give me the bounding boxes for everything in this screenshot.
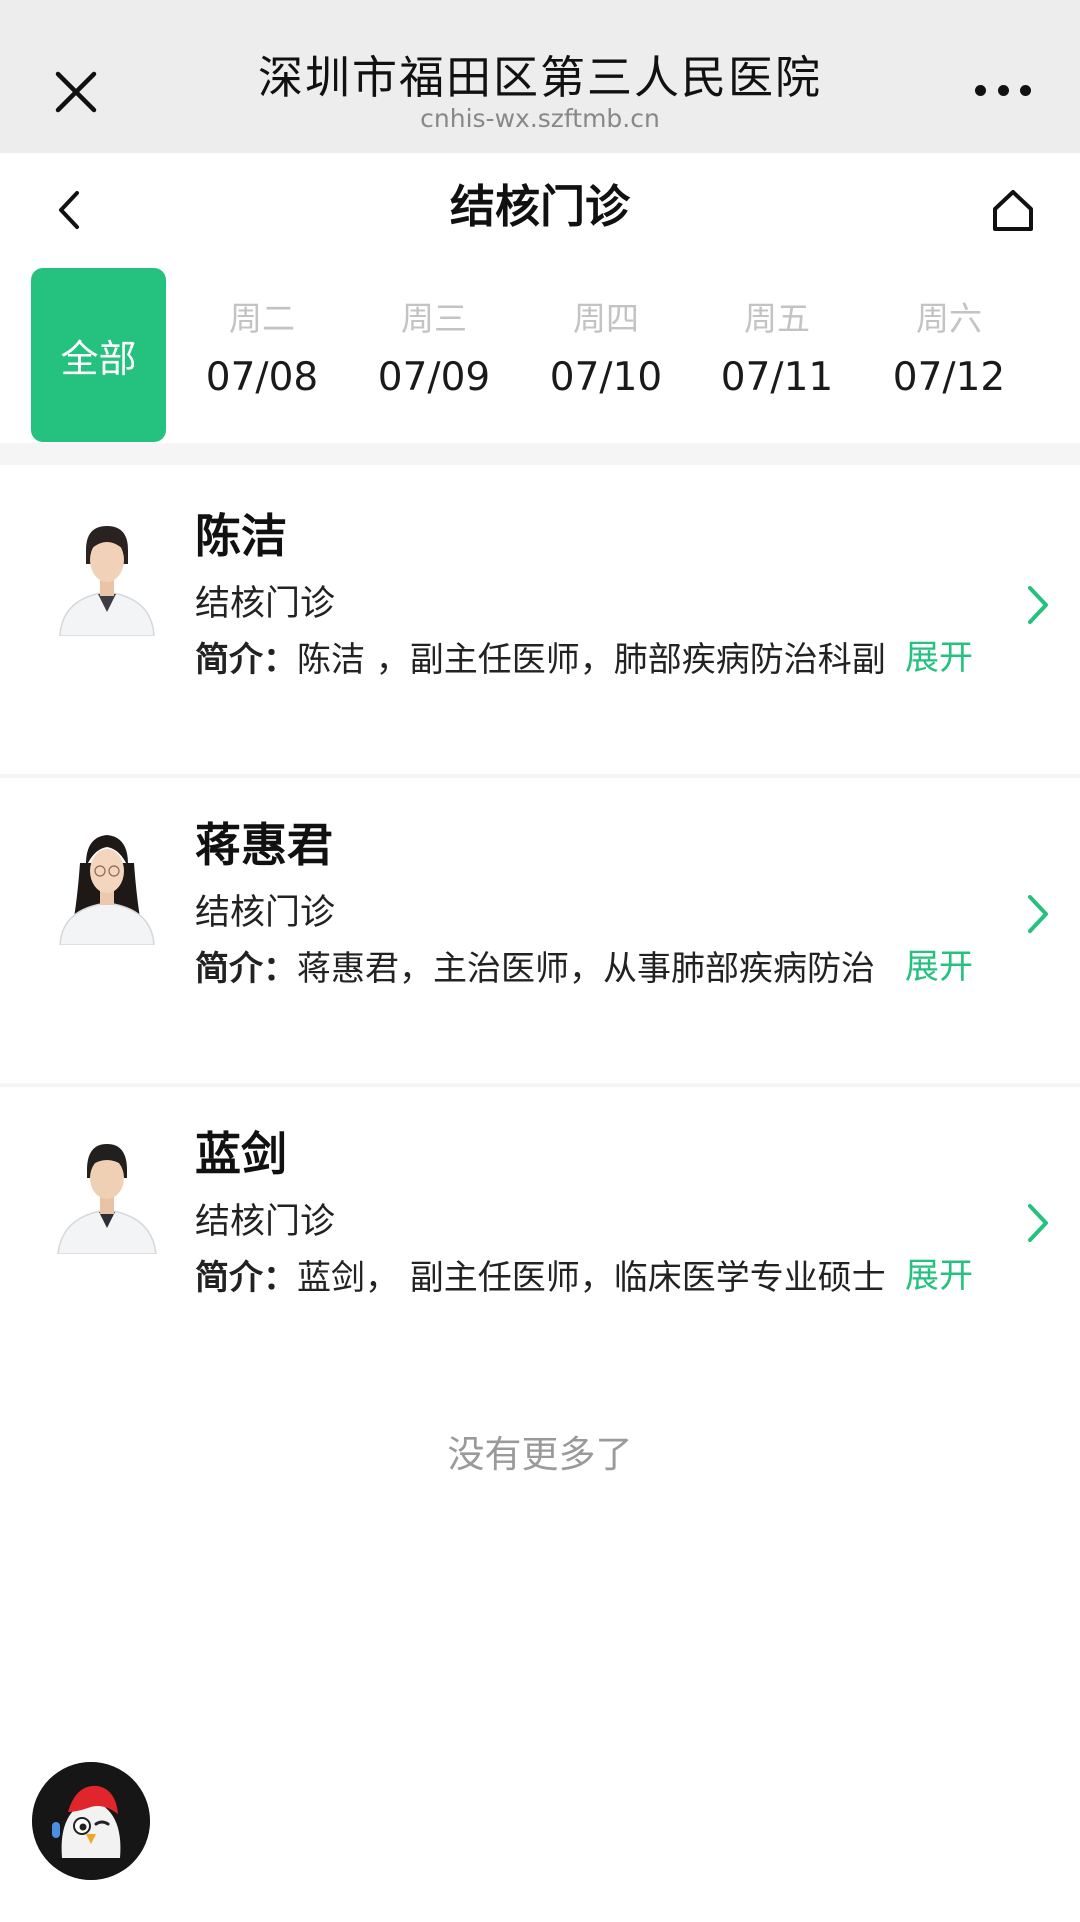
date-filter-item[interactable]: 周六 07/12 [874,299,1024,403]
date-filter-item[interactable]: 周四 07/10 [531,299,681,403]
intro-text: 蓝剑， 副主任医师，临床医学专业硕士 [297,1258,886,1298]
date-filter-strip: 全部 周二 07/08 周三 07/09 周四 07/10 周五 07/11 周… [0,265,1080,443]
site-title: 深圳市福田区第三人民医院 [257,51,822,104]
row-divider [0,774,1080,778]
row-divider [0,1083,1080,1087]
intro-label: 简介： [195,640,297,680]
intro-label: 简介： [195,949,297,989]
weekday-label: 周二 [229,299,295,338]
date-label: 07/09 [377,355,491,400]
weekday-label: 周六 [916,299,982,338]
date-filter-item[interactable]: 周五 07/11 [702,299,852,403]
date-filter-item[interactable]: 周三 07/09 [359,299,509,403]
doctor-card[interactable]: 蓝剑 结核门诊 简介：蓝剑， 副主任医师，临床医学专业硕士 展开 [0,1092,1080,1392]
date-label: 07/08 [205,355,319,400]
date-filter-all[interactable]: 全部 [31,268,166,442]
date-label: 07/12 [892,355,1006,400]
doctor-intro: 简介：蒋惠君，主治医师，从事肺部疾病防治 [195,945,905,993]
date-label: 07/11 [720,355,834,400]
more-dot [997,84,1009,96]
doctor-avatar [52,823,162,945]
chevron-right-icon[interactable] [1022,1198,1052,1248]
weekday-label: 周三 [401,299,467,338]
expand-link[interactable]: 展开 [905,1252,973,1300]
doctor-name: 陈洁 [195,509,287,563]
doctor-card[interactable]: 蒋惠君 结核门诊 简介：蒋惠君，主治医师，从事肺部疾病防治 展开 [0,783,1080,1083]
doctor-department: 结核门诊 [195,584,336,624]
date-label: 07/10 [549,355,663,400]
doctor-intro: 简介：陈洁 ，副主任医师，肺部疾病防治科副 [195,636,905,684]
weekday-label: 周四 [573,299,639,338]
weekday-label: 周五 [744,299,810,338]
doctor-name: 蓝剑 [195,1127,287,1181]
no-more-text: 没有更多了 [447,1433,633,1476]
section-divider [0,443,1080,465]
doctor-department: 结核门诊 [195,1202,336,1242]
expand-link[interactable]: 展开 [905,634,973,682]
chevron-right-icon[interactable] [1022,889,1052,939]
page-header: 结核门诊 [0,153,1080,265]
more-dot [975,84,986,96]
doctor-intro: 简介：蓝剑， 副主任医师，临床医学专业硕士 [195,1254,905,1302]
doctor-avatar [52,1132,162,1254]
more-icon[interactable] [975,82,1031,98]
doctor-department: 结核门诊 [195,893,336,933]
expand-link[interactable]: 展开 [905,943,973,991]
page-title: 结核门诊 [449,180,630,233]
doctor-avatar [52,514,162,636]
home-icon[interactable] [990,187,1036,233]
doctor-card[interactable]: 陈洁 结核门诊 简介：陈洁 ，副主任医师，肺部疾病防治科副 展开 [0,474,1080,774]
assistant-bird-icon[interactable] [32,1762,150,1880]
date-filter-item[interactable]: 周二 07/08 [187,299,337,403]
more-dot [1020,84,1031,96]
site-url: cnhis-wx.szftmb.cn [420,104,660,133]
intro-text: 蒋惠君，主治医师，从事肺部疾病防治 [297,949,875,989]
chevron-right-icon[interactable] [1022,580,1052,630]
doctor-name: 蒋惠君 [195,818,333,872]
intro-label: 简介： [195,1258,297,1298]
intro-text: 陈洁 ，副主任医师，肺部疾病防治科副 [297,640,886,680]
wechat-top-bar: 深圳市福田区第三人民医院 cnhis-wx.szftmb.cn [0,0,1080,153]
